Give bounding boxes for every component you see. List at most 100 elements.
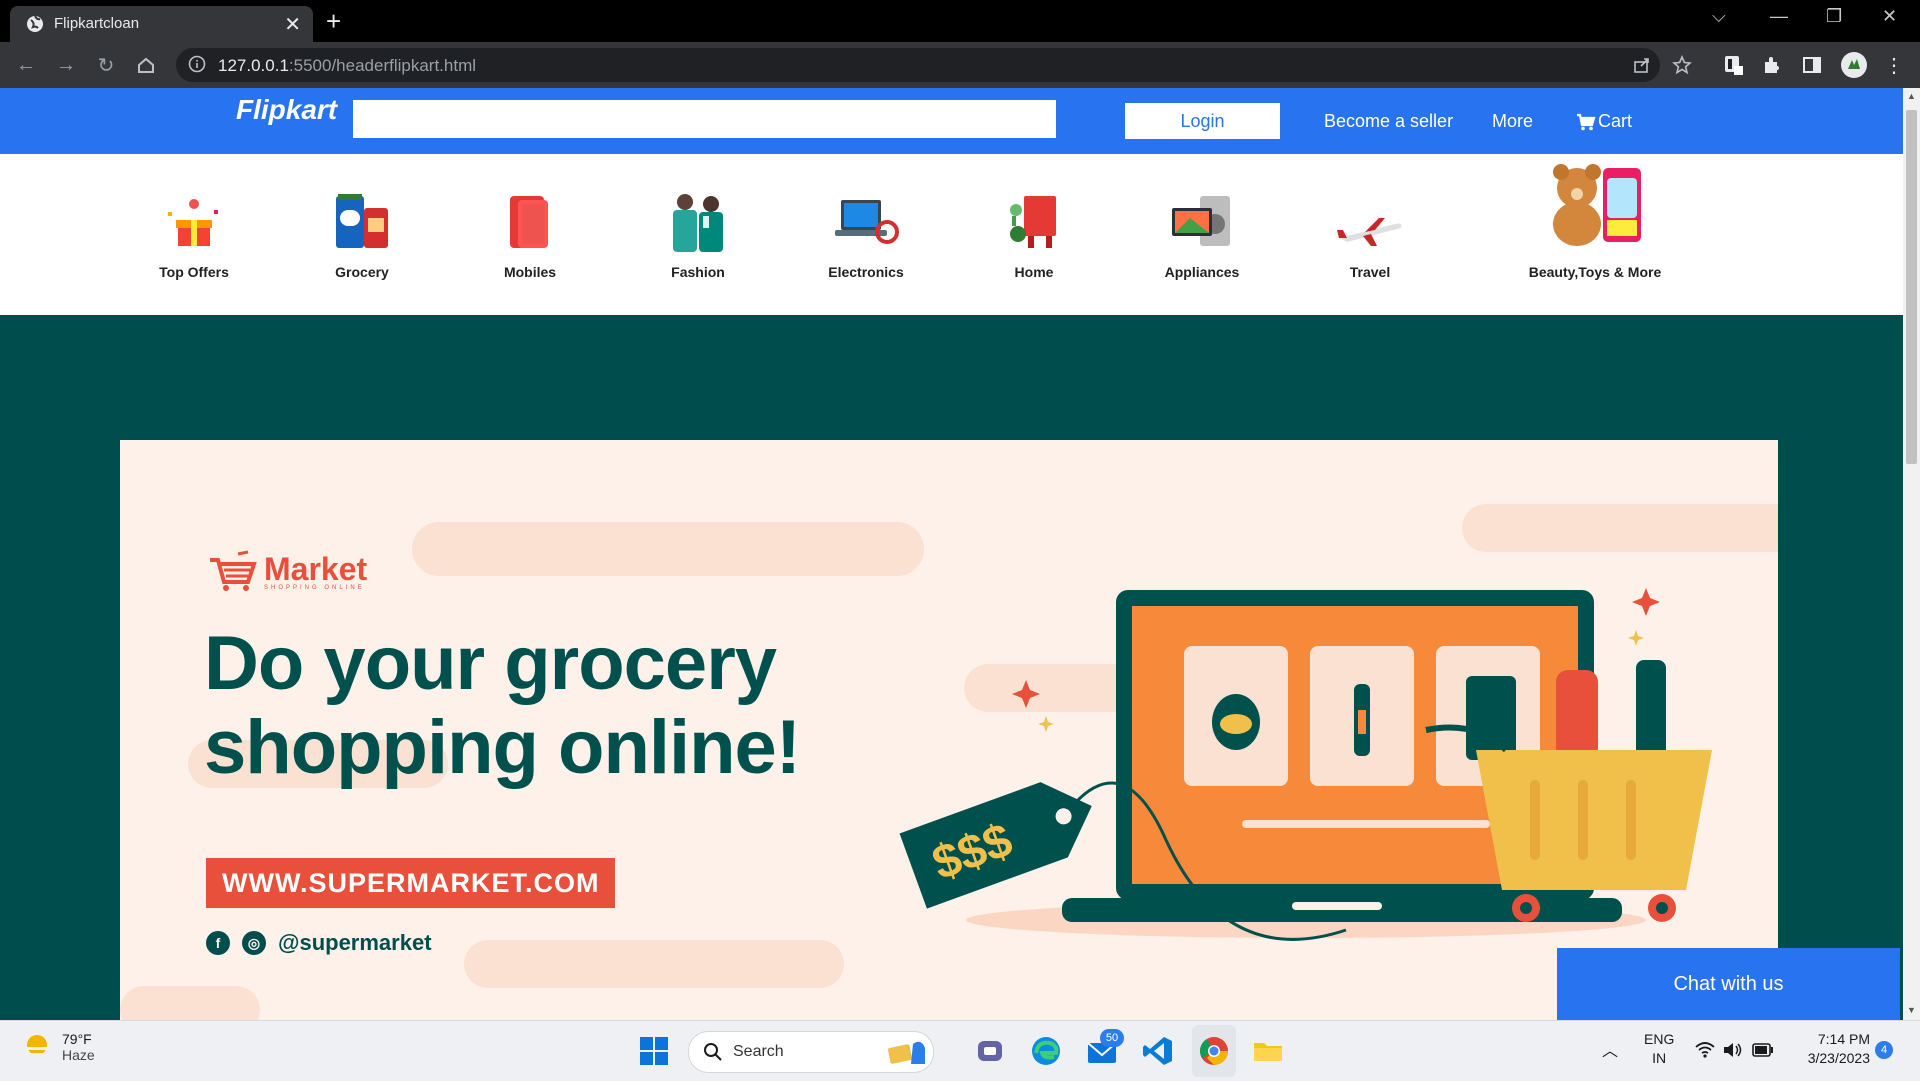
decor-blob	[464, 940, 844, 988]
notification-badge[interactable]: 4	[1875, 1041, 1893, 1059]
scroll-down-arrow-icon[interactable]: ▼	[1907, 1005, 1916, 1015]
fashion-icon	[673, 194, 723, 252]
tab-title: Flipkartcloan	[54, 15, 140, 32]
category-top-offers[interactable]: Top Offers	[114, 154, 274, 315]
headline-line-1: Do your grocery	[204, 621, 777, 706]
category-label: Home	[1014, 264, 1054, 280]
flipkart-logo[interactable]: Flipkart	[236, 94, 337, 126]
wifi-icon[interactable]	[1694, 1041, 1716, 1059]
become-seller-link[interactable]: Become a seller	[1324, 111, 1453, 132]
grocery-icon	[336, 194, 388, 248]
facebook-icon: f	[206, 931, 230, 955]
instagram-icon: ◎	[242, 931, 266, 955]
laptop-icon	[835, 200, 899, 244]
language-code: ENG	[1644, 1031, 1675, 1047]
taskbar-search-box[interactable]: Search	[688, 1031, 934, 1073]
category-mobiles[interactable]: Mobiles	[450, 154, 610, 315]
page-scrollbar[interactable]: ▲ ▼	[1903, 88, 1920, 1020]
category-label: Fashion	[671, 264, 725, 280]
teams-chat-icon[interactable]	[972, 1033, 1008, 1069]
side-panel-icon[interactable]	[1800, 53, 1824, 77]
close-window-icon[interactable]: ✕	[1882, 6, 1897, 27]
market-logo: Market SHOPPING ONLINE	[208, 550, 367, 594]
tab-close-icon[interactable]: ✕	[284, 12, 301, 37]
back-icon[interactable]: ←	[12, 51, 40, 79]
category-label: Grocery	[335, 264, 389, 280]
category-travel[interactable]: Travel	[1290, 154, 1450, 315]
login-button[interactable]: Login	[1125, 103, 1280, 139]
clock[interactable]: 7:14 PM 3/23/2023	[1790, 1030, 1870, 1068]
home-icon[interactable]	[132, 51, 160, 79]
minimize-icon[interactable]: —	[1770, 6, 1788, 27]
category-beauty-toys-more[interactable]: Beauty,Toys & More	[1515, 154, 1675, 315]
chrome-icon[interactable]	[1196, 1033, 1232, 1069]
forward-icon[interactable]: →	[52, 51, 80, 79]
teddy-bear-icon	[1553, 164, 1641, 246]
scroll-up-arrow-icon[interactable]: ▲	[1907, 91, 1916, 101]
category-bar: Top Offers Grocery Mobiles Fashion Elect…	[0, 154, 1903, 315]
vscode-icon[interactable]	[1140, 1033, 1176, 1069]
browser-menu-icon[interactable]: ⋮	[1880, 51, 1908, 79]
category-label: Top Offers	[159, 264, 229, 280]
tv-icon	[1172, 196, 1230, 246]
decor-blob	[1462, 504, 1778, 552]
search-input[interactable]	[353, 100, 1056, 138]
grocery-illustration: $$$	[899, 588, 1712, 941]
reload-icon[interactable]: ↻	[92, 51, 120, 79]
site-info-icon[interactable]	[188, 55, 206, 73]
social-row: f ◎ @supermarket	[206, 930, 432, 956]
category-label: Travel	[1349, 264, 1391, 280]
weather-widget[interactable]: 79°F Haze	[22, 1031, 95, 1063]
cart-link[interactable]: Cart	[1576, 111, 1632, 132]
chat-with-us-button[interactable]: Chat with us	[1557, 948, 1900, 1020]
bookmark-star-icon[interactable]	[1672, 55, 1692, 75]
category-appliances[interactable]: Appliances	[1122, 154, 1282, 315]
category-fashion[interactable]: Fashion	[618, 154, 778, 315]
browser-tab[interactable]: Flipkartcloan ✕	[10, 6, 313, 42]
file-explorer-icon[interactable]	[1250, 1033, 1286, 1069]
market-brand-sub: SHOPPING ONLINE	[264, 585, 365, 591]
mail-badge: 50	[1100, 1029, 1124, 1047]
restore-icon[interactable]: ❐	[1826, 6, 1842, 27]
battery-icon[interactable]	[1752, 1043, 1774, 1057]
haze-sun-icon	[25, 1035, 49, 1056]
profile-avatar[interactable]	[1840, 51, 1868, 79]
weather-condition: Haze	[62, 1047, 95, 1063]
gift-icon	[168, 199, 218, 246]
volume-icon[interactable]	[1722, 1041, 1744, 1059]
new-tab-icon[interactable]: +	[326, 6, 341, 37]
cart-label: Cart	[1598, 111, 1633, 131]
grocery-banner[interactable]: Market SHOPPING ONLINE Do your grocery s…	[120, 440, 1778, 1020]
windows-start-icon[interactable]	[636, 1033, 672, 1069]
decor-blob	[120, 986, 260, 1020]
scrollbar-thumb[interactable]	[1906, 110, 1917, 464]
category-grocery[interactable]: Grocery	[282, 154, 442, 315]
more-menu-link[interactable]: More	[1492, 111, 1533, 132]
airplane-icon	[1337, 218, 1402, 246]
region-code: IN	[1652, 1050, 1667, 1066]
globe-icon	[27, 15, 43, 32]
share-icon[interactable]	[1632, 55, 1652, 75]
banner-headline: Do your grocery shopping online!	[204, 621, 801, 790]
tray-overflow-chevron-icon[interactable]: ︿	[1602, 1037, 1618, 1061]
social-handle: @supermarket	[278, 930, 432, 955]
page-viewport: Flipkart Login Become a seller More Cart	[0, 88, 1903, 1020]
search-highlight-icon	[887, 1041, 925, 1064]
mobile-phone-icon	[510, 196, 548, 248]
category-home[interactable]: Home	[954, 154, 1114, 315]
tab-search-chevron-icon[interactable]: ⌵	[1712, 6, 1726, 27]
edge-browser-icon[interactable]	[1028, 1033, 1064, 1069]
browser-toolbar: ← → ↻ 127.0.0.1:5500/headerflipkart.html	[0, 42, 1920, 88]
category-electronics[interactable]: Electronics	[786, 154, 946, 315]
extension-app-icon[interactable]	[1722, 53, 1746, 77]
category-label: Appliances	[1164, 264, 1240, 280]
language-indicator[interactable]: ENG IN	[1644, 1030, 1674, 1068]
extensions-puzzle-icon[interactable]	[1760, 53, 1784, 77]
home-appliance-icon	[1010, 196, 1056, 248]
address-bar[interactable]: 127.0.0.1:5500/headerflipkart.html	[176, 48, 1692, 82]
decor-blob	[412, 522, 924, 576]
supermarket-url-badge: WWW.SUPERMARKET.COM	[206, 858, 616, 908]
flipkart-header: Flipkart Login Become a seller More Cart	[0, 88, 1903, 154]
category-label: Beauty,Toys & More	[1528, 264, 1662, 280]
taskbar-search-label: Search	[733, 1043, 784, 1060]
